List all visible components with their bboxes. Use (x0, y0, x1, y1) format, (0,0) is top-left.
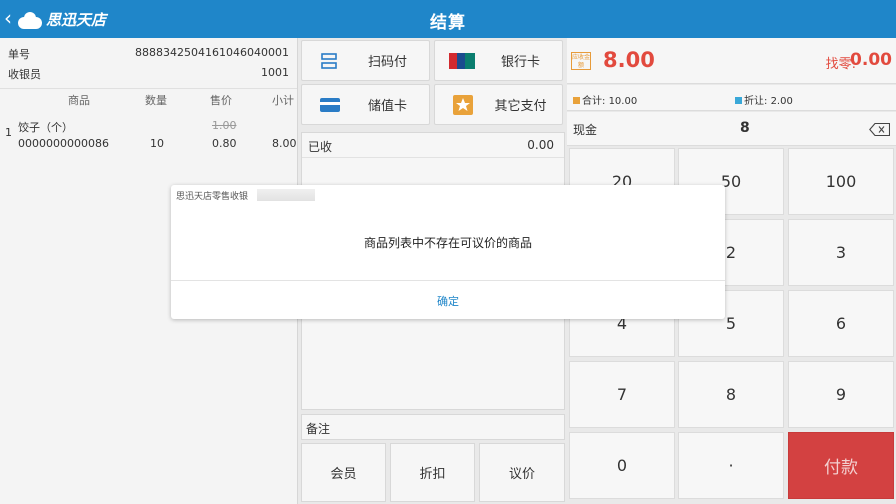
dialog-title-blur (257, 189, 315, 201)
alert-dialog: 思迅天店零售收银 商品列表中不存在可议价的商品 确定 (171, 185, 725, 319)
dialog-message: 商品列表中不存在可议价的商品 (363, 236, 532, 250)
dialog-ok-button[interactable]: 确定 (171, 293, 725, 309)
dialog-divider (171, 280, 725, 281)
dialog-title: 思迅天店零售收银 (176, 192, 249, 202)
